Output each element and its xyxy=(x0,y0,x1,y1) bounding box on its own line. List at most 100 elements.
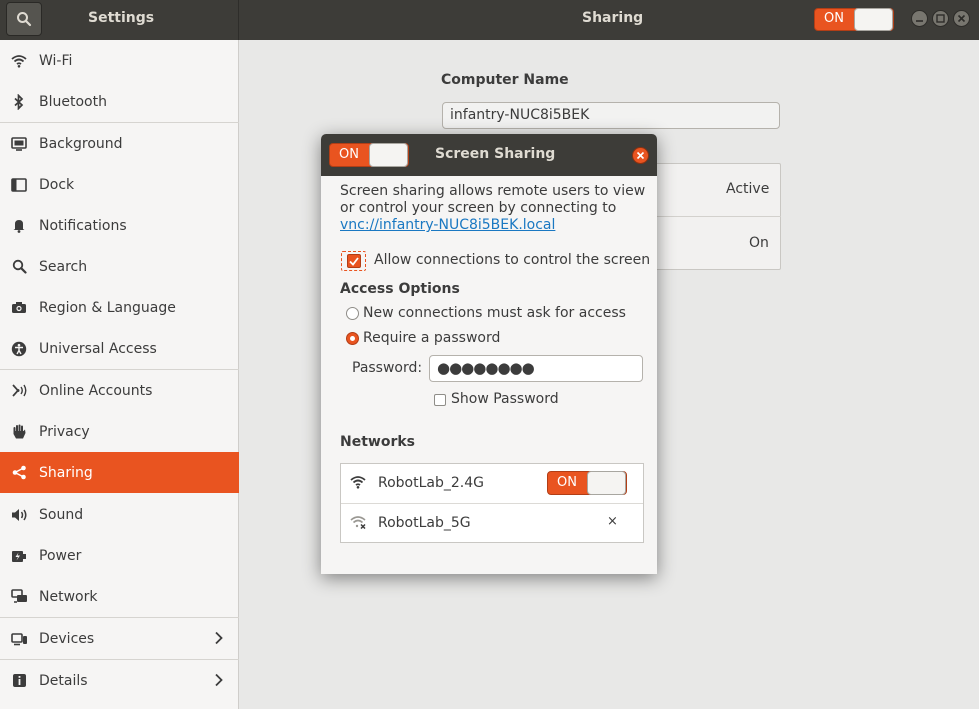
allow-control-checkbox[interactable] xyxy=(341,251,366,271)
vnc-link[interactable]: vnc://infantry-NUC8i5BEK.local xyxy=(340,217,555,233)
switch-on-label: ON xyxy=(824,11,844,26)
password-label: Password: xyxy=(352,360,423,376)
minimize-button[interactable] xyxy=(911,10,928,27)
sidebar-header: Settings xyxy=(0,0,239,40)
sidebar-item-region-language[interactable]: Region & Language xyxy=(0,287,239,328)
sidebar-item-label: Privacy xyxy=(39,423,90,440)
sidebar-item-dock[interactable]: Dock xyxy=(0,164,239,205)
sidebar-item-power[interactable]: Power xyxy=(0,535,239,576)
screen-sharing-switch[interactable]: ON xyxy=(329,143,409,167)
dialog-close-button[interactable] xyxy=(632,147,649,164)
search-icon xyxy=(10,258,28,276)
sidebar-item-label: Dock xyxy=(39,176,75,193)
remove-network-button[interactable]: × xyxy=(607,514,618,529)
switch-knob xyxy=(369,143,408,167)
dialog-title: Screen Sharing xyxy=(435,146,556,162)
sidebar-item-notifications[interactable]: Notifications xyxy=(0,205,239,246)
close-icon xyxy=(957,14,966,23)
bell-icon xyxy=(10,217,28,235)
details-icon xyxy=(10,672,28,690)
switch-knob xyxy=(854,8,893,31)
computer-name-label: Computer Name xyxy=(441,72,569,88)
speaker-icon xyxy=(10,506,28,524)
bluetooth-icon xyxy=(10,93,28,111)
list-item: RobotLab_2.4G ON xyxy=(341,464,643,504)
network-name: RobotLab_2.4G xyxy=(378,475,484,491)
service-status: Active xyxy=(726,181,770,197)
access-options-heading: Access Options xyxy=(340,281,460,297)
chevron-right-icon xyxy=(215,673,223,687)
sidebar-item-sound[interactable]: Sound xyxy=(0,494,239,535)
settings-title: Settings xyxy=(88,10,155,26)
accessibility-icon xyxy=(10,340,28,358)
sidebar-item-label: Notifications xyxy=(39,217,127,234)
sidebar-item-label: Devices xyxy=(39,630,95,647)
sidebar-item-label: Wi-Fi xyxy=(39,52,73,69)
sidebar-item-label: Region & Language xyxy=(39,299,176,316)
sidebar-item-label: Universal Access xyxy=(39,340,157,357)
network-icon xyxy=(10,588,28,606)
list-item: RobotLab_5G × xyxy=(341,504,643,543)
panel-header: Sharing ON xyxy=(239,0,979,40)
password-field[interactable]: ●●●●●●●● xyxy=(429,355,643,382)
chevron-right-icon xyxy=(215,631,223,645)
sidebar-item-label: Bluetooth xyxy=(39,93,107,110)
switch-knob xyxy=(587,471,626,495)
sidebar-item-universal-access[interactable]: Universal Access xyxy=(0,328,239,369)
online-accounts-icon xyxy=(10,382,28,400)
sharing-master-switch[interactable]: ON xyxy=(814,8,894,31)
close-icon xyxy=(636,151,645,160)
sidebar-item-label: Details xyxy=(39,672,88,689)
close-window-button[interactable] xyxy=(953,10,970,27)
search-icon xyxy=(17,12,32,27)
search-button[interactable] xyxy=(6,2,42,36)
radio-ask-access[interactable] xyxy=(346,307,359,320)
maximize-button[interactable] xyxy=(932,10,949,27)
radio-require-password-label: Require a password xyxy=(363,330,501,346)
sidebar-item-wifi[interactable]: Wi-Fi xyxy=(0,40,239,81)
radio-ask-access-label: New connections must ask for access xyxy=(363,305,626,321)
sidebar-item-label: Sound xyxy=(39,506,84,523)
wifi-icon xyxy=(10,52,28,70)
wifi-icon xyxy=(350,475,366,493)
sidebar-item-privacy[interactable]: Privacy xyxy=(0,411,239,452)
wifi-disconnected-icon xyxy=(350,515,367,533)
service-status: On xyxy=(749,235,769,251)
header-bar: Settings Sharing ON xyxy=(0,0,979,40)
sidebar-item-network[interactable]: Network xyxy=(0,576,239,617)
sidebar-item-details[interactable]: Details xyxy=(0,660,239,701)
hand-icon xyxy=(10,423,28,441)
computer-name-input[interactable]: infantry-NUC8i5BEK xyxy=(442,102,780,129)
sidebar: Wi-Fi Bluetooth Background Dock Notifica… xyxy=(0,40,239,709)
radio-require-password[interactable] xyxy=(346,332,359,345)
page-title: Sharing xyxy=(582,10,644,26)
dock-icon xyxy=(10,176,28,194)
show-password-label: Show Password xyxy=(451,391,559,407)
sidebar-item-label: Online Accounts xyxy=(39,382,153,399)
switch-on-label: ON xyxy=(557,475,577,490)
share-icon xyxy=(10,464,28,482)
allow-control-label: Allow connections to control the screen xyxy=(374,252,651,268)
sidebar-item-devices[interactable]: Devices xyxy=(0,618,239,659)
checkmark-icon xyxy=(348,256,359,266)
show-password-checkbox[interactable] xyxy=(434,394,446,406)
network-switch[interactable]: ON xyxy=(547,471,627,495)
sidebar-item-online-accounts[interactable]: Online Accounts xyxy=(0,370,239,411)
sidebar-item-label: Sharing xyxy=(39,464,93,481)
sidebar-item-label: Power xyxy=(39,547,82,564)
switch-on-label: ON xyxy=(339,147,359,162)
sidebar-item-bluetooth[interactable]: Bluetooth xyxy=(0,81,239,122)
dialog-header: ON Screen Sharing xyxy=(321,134,657,176)
screen-sharing-description: Screen sharing allows remote users to vi… xyxy=(340,183,650,234)
sidebar-item-background[interactable]: Background xyxy=(0,123,239,164)
maximize-icon xyxy=(936,14,945,23)
devices-icon xyxy=(10,630,28,648)
checkbox-checked xyxy=(346,254,361,268)
sidebar-item-search[interactable]: Search xyxy=(0,246,239,287)
sidebar-item-label: Background xyxy=(39,135,123,152)
screen-sharing-dialog: ON Screen Sharing Screen sharing allows … xyxy=(321,134,657,574)
background-icon xyxy=(10,135,28,153)
camera-icon xyxy=(10,299,28,317)
sidebar-item-sharing[interactable]: Sharing xyxy=(0,452,239,493)
power-icon xyxy=(10,547,28,565)
